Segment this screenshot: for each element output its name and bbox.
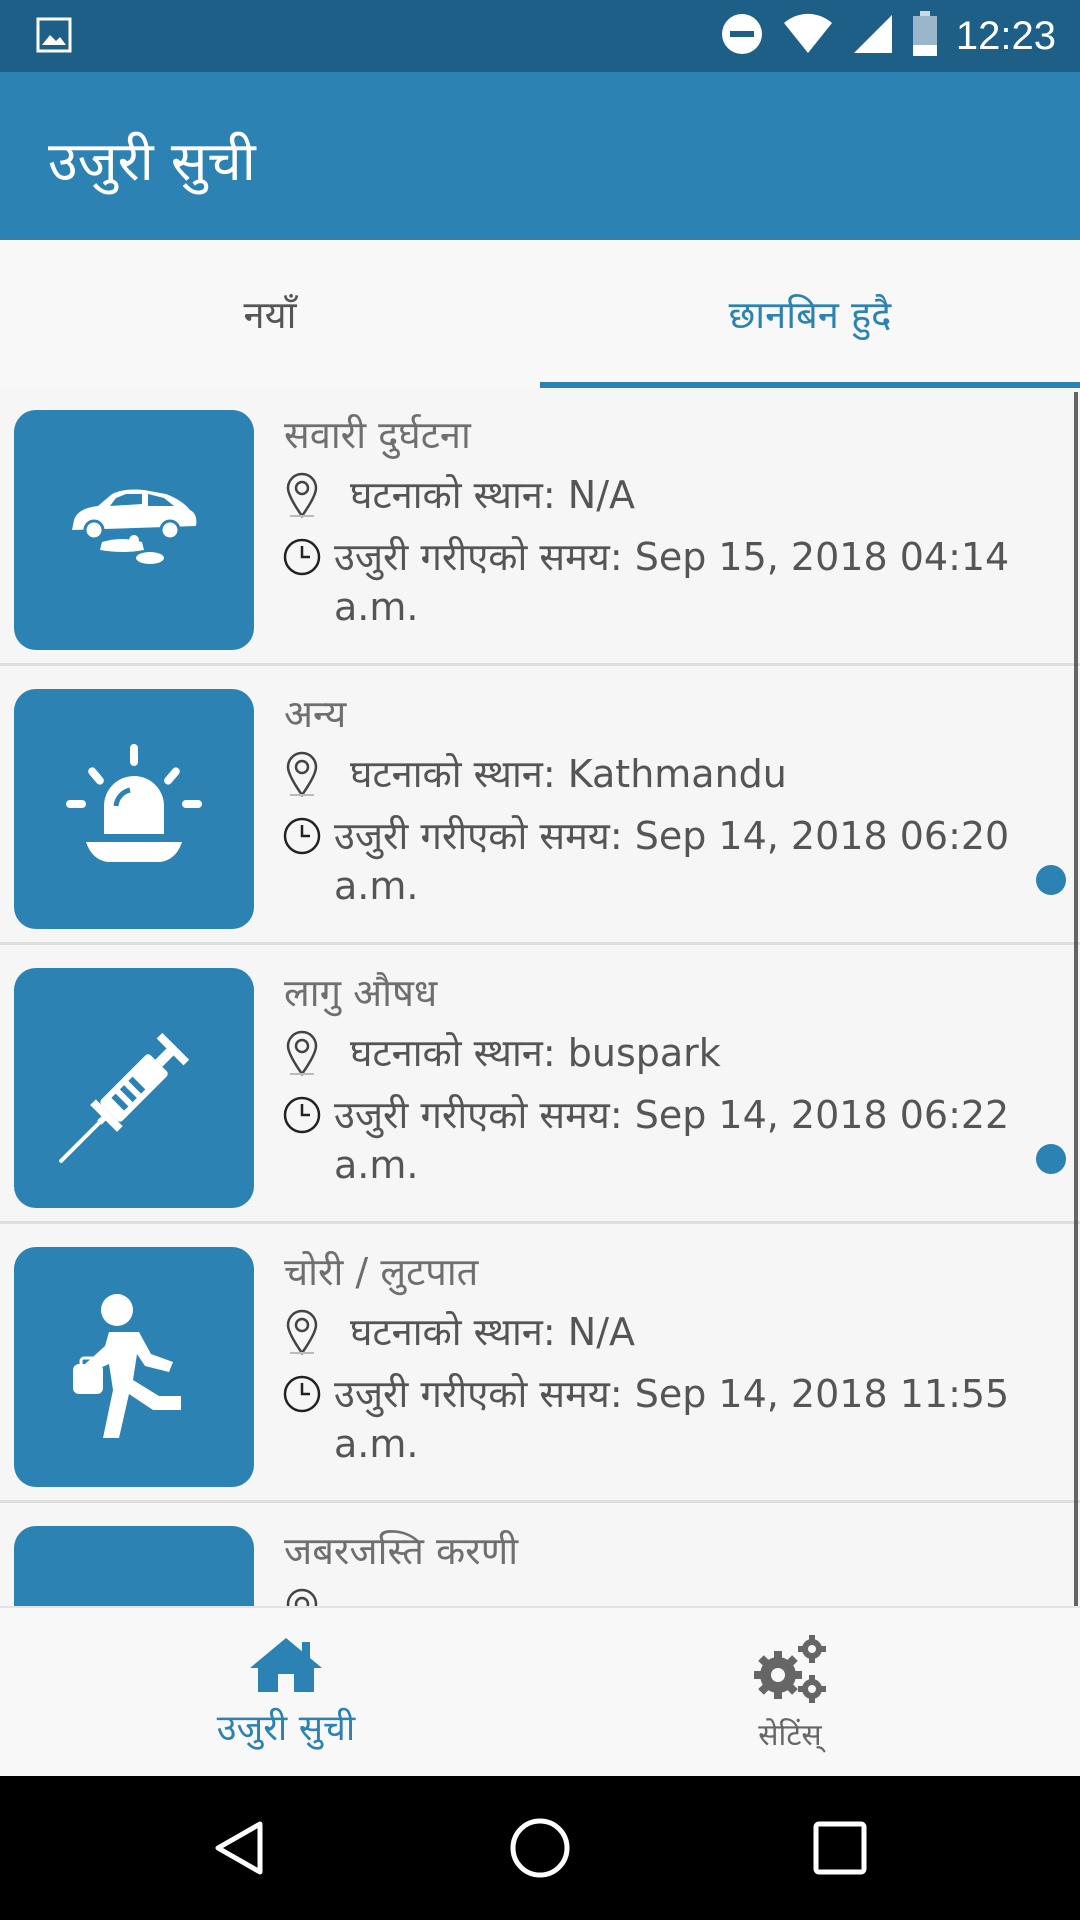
unread-indicator xyxy=(1036,1144,1066,1174)
list-item[interactable]: सवारी दुर्घटना घटनाको स्थान: N/A उजुरी ग… xyxy=(0,388,1080,666)
clock-icon xyxy=(280,1369,324,1419)
nav-complaint-list[interactable]: उजुरी सुची xyxy=(16,1608,556,1778)
clock-icon xyxy=(280,1090,324,1140)
complaint-location: घटनाको स्थान: buspark xyxy=(350,1031,721,1075)
status-time: 12:23 xyxy=(955,13,1056,58)
location-pin-icon xyxy=(280,1586,324,1606)
signal-icon xyxy=(852,13,894,59)
tab-investigating-label: छानबिन हुदै xyxy=(728,293,892,337)
location-pin-icon xyxy=(280,1307,324,1357)
thief-running-icon xyxy=(14,1247,254,1487)
complaint-time: उजुरी गरीएको समय: Sep 14, 2018 06:22 a.m… xyxy=(334,1093,1010,1187)
complaint-list[interactable]: सवारी दुर्घटना घटनाको स्थान: N/A उजुरी ग… xyxy=(0,388,1080,1606)
complaint-category: अन्य xyxy=(284,692,347,736)
image-icon xyxy=(36,17,72,53)
complaint-location: घटनाको स्थान: N/A xyxy=(350,473,635,517)
complaint-location: घटनाको स्थान: N/A xyxy=(350,1310,635,1354)
list-item[interactable]: अन्य घटनाको स्थान: Kathmandu उजुरी गरीएक… xyxy=(0,667,1080,945)
list-item[interactable]: जबरजस्ति करणी xyxy=(0,1504,1080,1606)
complaint-category: जबरजस्ति करणी xyxy=(284,1529,519,1573)
complaint-category: लागु औषध xyxy=(284,971,438,1015)
nav-settings[interactable]: सेटिंस् xyxy=(520,1608,1060,1778)
clock-icon xyxy=(280,811,324,861)
list-item[interactable]: चोरी / लुटपात घटनाको स्थान: N/A उजुरी गर… xyxy=(0,1225,1080,1503)
tab-bar: नयाँ छानबिन हुदै xyxy=(0,240,1080,388)
complaint-location: घटनाको स्थान: Kathmandu xyxy=(350,752,787,796)
do-not-disturb-icon xyxy=(720,12,764,60)
complaint-time: उजुरी गरीएको समय: Sep 14, 2018 11:55 a.m… xyxy=(334,1372,1010,1466)
nav-settings-label: सेटिंस् xyxy=(758,1717,822,1753)
nav-complaint-list-label: उजुरी सुची xyxy=(216,1707,356,1749)
tab-new-label: नयाँ xyxy=(243,293,297,337)
recents-square-icon xyxy=(813,1821,867,1875)
siren-icon xyxy=(14,689,254,929)
back-triangle-icon xyxy=(215,1821,263,1875)
scrollbar[interactable] xyxy=(1074,392,1078,1606)
complaint-category: चोरी / लुटपात xyxy=(284,1250,479,1294)
clock-icon xyxy=(280,532,324,582)
complaint-time: उजुरी गरीएको समय: Sep 14, 2018 06:20 a.m… xyxy=(334,814,1010,908)
bottom-navigation: उजुरी सुची सेटिंस् xyxy=(0,1606,1080,1776)
syringe-icon xyxy=(14,968,254,1208)
tab-new[interactable]: नयाँ xyxy=(0,240,540,388)
gears-icon xyxy=(750,1633,830,1709)
assault-icon xyxy=(14,1526,254,1606)
recents-button[interactable] xyxy=(804,1812,876,1884)
system-navigation-bar xyxy=(0,1776,1080,1920)
status-bar: 12:23 xyxy=(0,0,1080,72)
home-circle-icon xyxy=(510,1818,570,1878)
car-accident-icon xyxy=(14,410,254,650)
list-item[interactable]: लागु औषध घटनाको स्थान: buspark उजुरी गरी… xyxy=(0,946,1080,1224)
location-pin-icon xyxy=(280,749,324,799)
tab-investigating[interactable]: छानबिन हुदै xyxy=(540,240,1080,388)
home-button[interactable] xyxy=(504,1812,576,1884)
unread-indicator xyxy=(1036,865,1066,895)
wifi-icon xyxy=(782,13,834,59)
location-pin-icon xyxy=(280,470,324,520)
battery-icon xyxy=(912,11,938,61)
complaint-category: सवारी दुर्घटना xyxy=(284,413,471,457)
back-button[interactable] xyxy=(204,1812,276,1884)
location-pin-icon xyxy=(280,1028,324,1078)
complaint-time: उजुरी गरीएको समय: Sep 15, 2018 04:14 a.m… xyxy=(334,535,1010,629)
page-title: उजुरी सुची xyxy=(48,130,256,193)
home-icon xyxy=(248,1636,324,1698)
app-bar: उजुरी सुची xyxy=(0,72,1080,240)
